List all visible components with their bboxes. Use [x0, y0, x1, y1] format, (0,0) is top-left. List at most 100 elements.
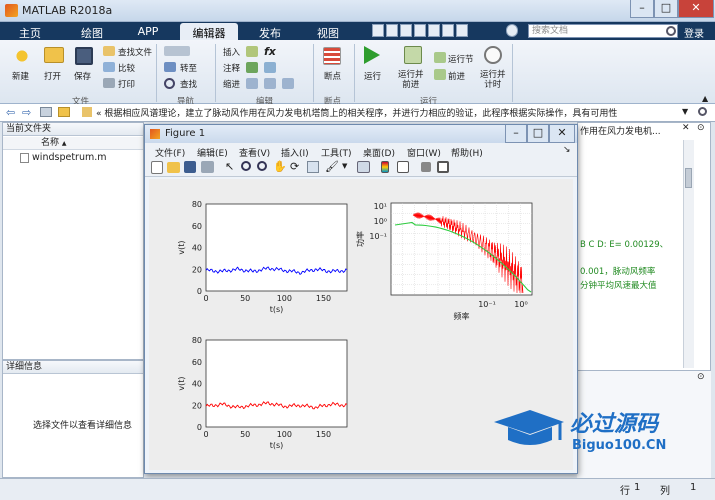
current-path[interactable]: « 根据相应风谱理论，建立了脉动风作用在风力发电机塔筒上的相关程序，并进行力相应…: [96, 106, 676, 119]
menu-tools[interactable]: 工具(T): [321, 146, 352, 159]
up-folder-icon[interactable]: [40, 107, 52, 117]
open-button[interactable]: 打开: [44, 70, 61, 82]
tab-plots[interactable]: 绘图: [70, 23, 114, 40]
save-icon[interactable]: [75, 47, 93, 65]
switch-window-icon[interactable]: [456, 24, 468, 37]
login-link[interactable]: 登录: [684, 25, 704, 40]
command-window-menu-icon[interactable]: ⊙: [697, 372, 705, 382]
tab-apps[interactable]: APP: [126, 23, 170, 40]
path-dropdown-icon[interactable]: ▼: [682, 107, 688, 116]
advance-button[interactable]: 前进: [448, 70, 465, 82]
brush-dropdown-icon[interactable]: ▼: [342, 162, 347, 170]
undo-quick-icon[interactable]: [428, 24, 440, 37]
data-cursor-icon[interactable]: [307, 161, 319, 173]
maximize-button[interactable]: □: [654, 0, 678, 18]
run-advance-icon[interactable]: [404, 46, 422, 64]
tab-editor[interactable]: 编辑器: [180, 23, 238, 40]
menu-window[interactable]: 窗口(W): [407, 146, 441, 159]
close-button[interactable]: ✕: [678, 0, 714, 18]
wrap-icon[interactable]: [282, 78, 294, 89]
ax3-ytick-label: 80: [192, 336, 202, 345]
tab-view[interactable]: 视图: [306, 23, 350, 40]
insert-button[interactable]: 插入: [223, 46, 240, 58]
print-figure-icon[interactable]: [201, 161, 214, 173]
new-button[interactable]: 新建: [12, 70, 29, 82]
hide-tools-icon[interactable]: [421, 162, 431, 172]
figure-close-button[interactable]: ✕: [549, 125, 575, 143]
ax1-ytick-label: 40: [192, 244, 202, 253]
breakpoints-icon[interactable]: [323, 47, 341, 65]
menu-help[interactable]: 帮助(H): [451, 146, 483, 159]
column-header-name[interactable]: 名称 ▲: [3, 137, 143, 150]
run-icon[interactable]: [364, 46, 380, 64]
legend-icon[interactable]: [397, 161, 409, 173]
comment-button[interactable]: 注释: [223, 62, 240, 74]
run-section-button[interactable]: 运行节: [448, 53, 474, 65]
browse-folder-icon[interactable]: [58, 107, 70, 117]
goto-button[interactable]: 转至: [180, 62, 197, 74]
back-arrow-icon[interactable]: ⇦: [6, 106, 15, 119]
pan-icon[interactable]: ✋: [273, 160, 287, 173]
fx-button[interactable]: fx: [264, 45, 276, 58]
minimize-button[interactable]: –: [630, 0, 654, 18]
editor-options-icon[interactable]: ✕: [682, 123, 690, 133]
menu-edit[interactable]: 编辑(E): [197, 146, 228, 159]
sort-ascending-icon: ▲: [61, 140, 67, 147]
run-button[interactable]: 运行: [364, 70, 381, 82]
save-button[interactable]: 保存: [74, 70, 91, 82]
menu-desktop[interactable]: 桌面(D): [363, 146, 395, 159]
save-quick-icon[interactable]: [372, 24, 384, 37]
pointer-icon[interactable]: ↖: [225, 160, 234, 173]
path-search-icon[interactable]: [698, 107, 707, 116]
paste-quick-icon[interactable]: [414, 24, 426, 37]
file-list-item[interactable]: windspetrum.m: [20, 152, 140, 165]
run-advance-button[interactable]: 运行并 前进: [398, 70, 424, 90]
indent-right-icon[interactable]: [264, 78, 276, 89]
format-icon[interactable]: [246, 62, 258, 73]
colorbar-icon[interactable]: [381, 161, 389, 173]
search-input[interactable]: 搜索文档: [528, 24, 678, 38]
menu-file[interactable]: 文件(F): [155, 146, 185, 159]
find-button[interactable]: 查找: [180, 78, 197, 90]
scrollbar-thumb[interactable]: [685, 168, 692, 188]
print-button[interactable]: 打印: [118, 78, 135, 90]
figure-maximize-button[interactable]: □: [527, 125, 549, 143]
menu-view[interactable]: 查看(V): [239, 146, 270, 159]
percent-icon[interactable]: [264, 62, 276, 73]
zoom-in-icon[interactable]: [241, 161, 251, 171]
search-icon[interactable]: [666, 26, 676, 36]
open-icon[interactable]: [44, 47, 64, 63]
indent-left-icon[interactable]: [246, 78, 258, 89]
menubar-dock-icon[interactable]: ↘: [563, 145, 571, 155]
show-tools-icon[interactable]: [437, 161, 449, 173]
compare-button[interactable]: 比较: [118, 62, 135, 74]
new-figure-icon[interactable]: [151, 161, 163, 174]
forward-arrow-icon[interactable]: ⇨: [22, 106, 31, 119]
open-file-icon[interactable]: [167, 162, 180, 173]
insert-section-icon[interactable]: [246, 46, 258, 57]
help-icon[interactable]: [506, 24, 518, 37]
find-files-button[interactable]: 查找文件: [118, 46, 152, 58]
cut-quick-icon[interactable]: [386, 24, 398, 37]
new-icon[interactable]: [12, 47, 32, 65]
tab-home[interactable]: 主页: [10, 23, 50, 40]
collapse-ribbon-icon[interactable]: ▲: [702, 94, 708, 103]
rotate-icon[interactable]: ⟳: [290, 160, 299, 173]
link-plot-icon[interactable]: [357, 161, 370, 173]
tab-publish[interactable]: 发布: [250, 23, 290, 40]
figure-minimize-button[interactable]: –: [505, 125, 527, 143]
brush-icon[interactable]: 🖌: [325, 160, 339, 173]
indent-button[interactable]: 缩进: [223, 78, 240, 90]
editor-tab-title[interactable]: 作用在风力发电机...: [580, 124, 680, 137]
breakpoints-button[interactable]: 断点: [324, 70, 341, 82]
save-figure-icon[interactable]: [184, 161, 196, 173]
nav-arrows-icon[interactable]: [164, 46, 190, 56]
run-time-button[interactable]: 运行并 计时: [480, 70, 506, 90]
run-time-icon[interactable]: [484, 46, 502, 64]
ribbon-separator: [512, 44, 513, 102]
zoom-out-icon[interactable]: [257, 161, 267, 171]
editor-menu-icon[interactable]: ⊙: [697, 123, 705, 133]
copy-quick-icon[interactable]: [400, 24, 412, 37]
menu-insert[interactable]: 插入(I): [281, 146, 309, 159]
redo-quick-icon[interactable]: [442, 24, 454, 37]
